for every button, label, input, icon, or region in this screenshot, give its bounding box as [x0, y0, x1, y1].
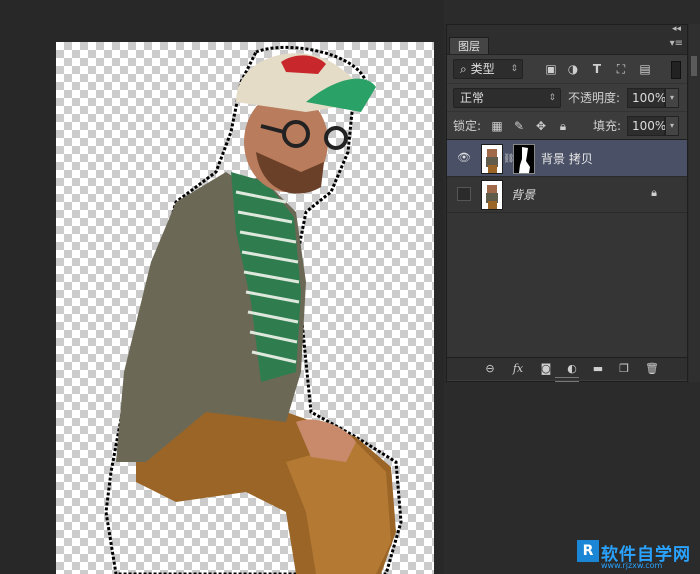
lock-position-move-icon[interactable]: ✥: [531, 116, 551, 136]
visibility-toggle-box[interactable]: [457, 187, 471, 201]
adjustment-icon[interactable]: ◐: [563, 360, 581, 378]
right-panel-scrollbar[interactable]: [689, 24, 700, 382]
lock-row: 锁定: ▦ ✎ ✥ 🔒︎ 填充: 100% ▾: [447, 111, 687, 140]
canvas-area[interactable]: [0, 0, 444, 574]
blend-mode-value: 正常: [460, 91, 485, 105]
filter-row: ⌕ 类型 ⇕ ▣ ◑ T ⛶ ▤: [447, 55, 687, 83]
layer-row-background-copy[interactable]: 👁︎ ⛓ 背景 拷贝: [447, 140, 687, 177]
watermark-logo: R: [577, 540, 599, 562]
lock-all-icon[interactable]: 🔒︎: [553, 116, 573, 136]
lock-label: 锁定:: [453, 119, 482, 133]
filter-kind-select[interactable]: ⌕ 类型 ⇕: [453, 59, 523, 79]
smart-object-filter-icon[interactable]: ▤: [635, 59, 655, 79]
layers-panel: ◂◂ 图层 ▾≡ ⌕ 类型 ⇕ ▣ ◑ T ⛶ ▤ 正常 ⇕ 不透明度: 100…: [446, 24, 688, 382]
new-layer-icon[interactable]: ❐: [615, 360, 633, 378]
person-cutout-image: [104, 45, 403, 574]
layer-thumbnail: [481, 180, 503, 210]
trash-icon[interactable]: 🗑︎: [643, 360, 661, 378]
image-filter-icon[interactable]: ▣: [541, 59, 561, 79]
opacity-dropdown-button[interactable]: ▾: [665, 88, 679, 108]
filter-toggle-switch[interactable]: [671, 61, 681, 79]
fx-icon[interactable]: fx: [509, 360, 527, 378]
filter-kind-label: 类型: [470, 62, 495, 76]
type-filter-icon[interactable]: T: [587, 59, 607, 79]
panel-tabbar: 图层 ▾≡: [447, 37, 687, 55]
folder-icon[interactable]: ▬: [589, 360, 607, 378]
link-icon[interactable]: ⊖: [481, 360, 499, 378]
layer-thumbnail: [481, 144, 503, 174]
panel-menu-icon[interactable]: ▾≡: [670, 38, 683, 49]
opacity-label: 不透明度:: [568, 91, 621, 105]
layers-list[interactable]: 👁︎ ⛓ 背景 拷贝 背景 🔒︎: [447, 139, 687, 358]
chevron-updown-icon: ⇕: [510, 64, 518, 74]
collapse-panel-icon[interactable]: ◂◂: [672, 24, 681, 34]
mask-icon[interactable]: ◙: [537, 360, 555, 378]
lock-image-brush-icon[interactable]: ✎: [509, 116, 529, 136]
fill-input[interactable]: 100%: [627, 116, 666, 136]
chevron-updown-icon: ⇕: [548, 93, 556, 103]
layer-name[interactable]: 背景 拷贝: [541, 150, 593, 167]
search-icon: ⌕: [460, 62, 467, 76]
watermark-url: www.rjzxw.com: [601, 561, 663, 570]
layer-mask-thumbnail[interactable]: [513, 144, 535, 174]
tab-layers[interactable]: 图层: [449, 37, 489, 54]
layer-row-background[interactable]: 背景 🔒︎: [447, 176, 687, 213]
layer-name[interactable]: 背景: [511, 186, 535, 203]
adjustment-filter-icon[interactable]: ◑: [563, 59, 583, 79]
eye-visibility-icon[interactable]: 👁︎: [457, 151, 471, 165]
document-canvas[interactable]: [56, 42, 434, 574]
lock-transparent-icon[interactable]: ▦: [487, 116, 507, 136]
resize-grip[interactable]: [555, 377, 579, 382]
watermark: R 软件自学网 www.rjzxw.com: [577, 540, 695, 572]
scrollbar-thumb[interactable]: [691, 56, 697, 76]
panel-title-strip: ◂◂: [447, 24, 687, 37]
lock-icon: 🔒︎: [651, 186, 657, 199]
shape-filter-icon[interactable]: ⛶: [611, 59, 631, 79]
blend-row: 正常 ⇕ 不透明度: 100% ▾: [447, 83, 687, 112]
fill-label: 填充:: [593, 119, 622, 133]
blend-mode-select[interactable]: 正常 ⇕: [453, 88, 561, 108]
opacity-input[interactable]: 100%: [627, 88, 666, 108]
fill-dropdown-button[interactable]: ▾: [665, 116, 679, 136]
